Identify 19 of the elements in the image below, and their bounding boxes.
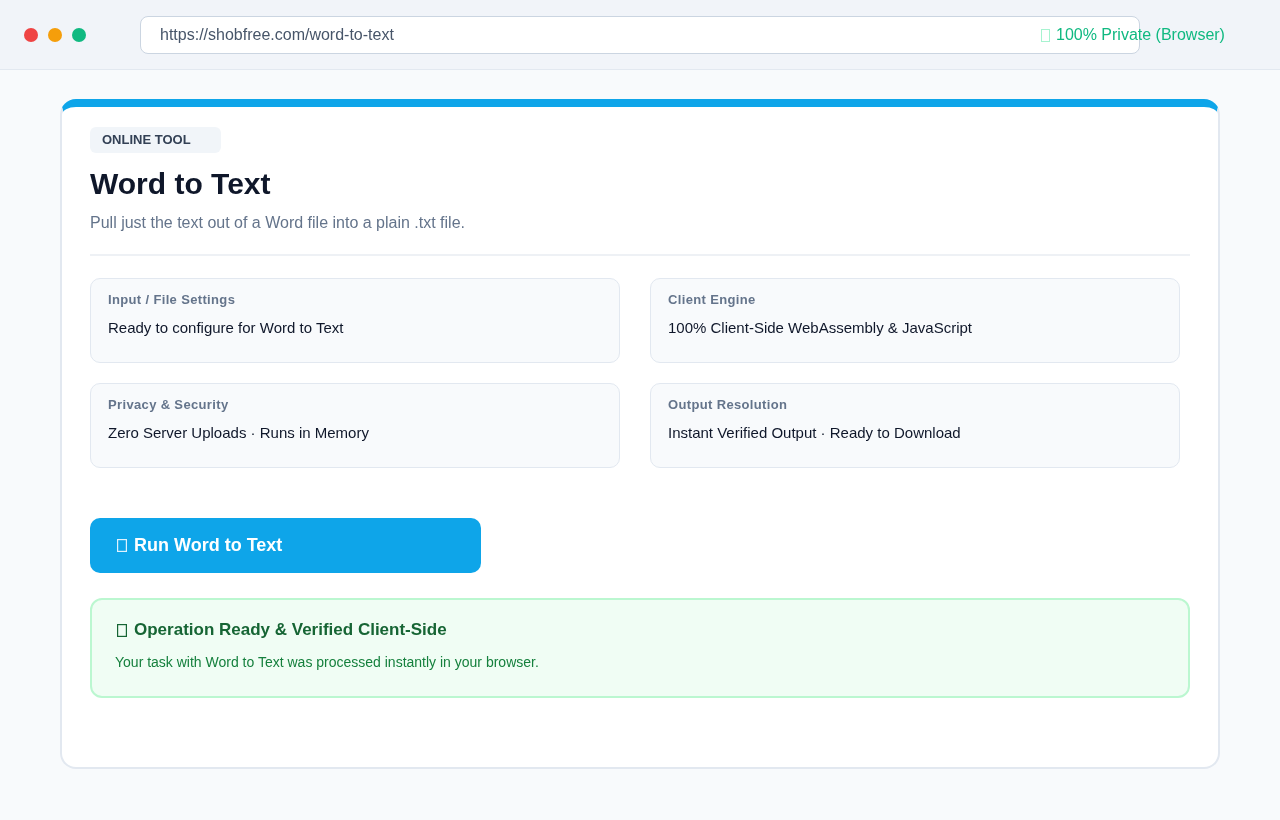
info-value: Ready to configure for Word to Text xyxy=(108,319,345,337)
window-dot-icon[interactable] xyxy=(48,27,62,42)
info-label: Output Resolution xyxy=(668,397,789,413)
window-dot-icon[interactable] xyxy=(72,27,86,42)
page-subtitle: Pull just the text out of a Word file into a plain .txt file. xyxy=(90,213,465,233)
page-title: Word to Text xyxy=(90,166,271,202)
category-tag: ONLINE TOOL xyxy=(90,127,221,153)
window-dot-icon[interactable] xyxy=(24,27,38,42)
info-label: Client Engine xyxy=(668,292,757,308)
info-label: Input / File Settings xyxy=(108,292,237,308)
box-glyph-icon xyxy=(117,539,127,552)
status-title: Operation Ready & Verified Client-Side xyxy=(134,620,447,640)
box-glyph-icon xyxy=(117,623,127,637)
info-label: Privacy & Security xyxy=(108,397,230,413)
info-value: Instant Verified Output · Ready to Download xyxy=(668,424,962,442)
info-value: Zero Server Uploads · Runs in Memory xyxy=(108,424,370,442)
status-message: Your task with Word to Text was processed instantly in your browser. xyxy=(115,654,540,671)
box-glyph-icon xyxy=(1041,28,1050,42)
info-value: 100% Client-Side WebAssembly & JavaScript xyxy=(668,319,974,337)
